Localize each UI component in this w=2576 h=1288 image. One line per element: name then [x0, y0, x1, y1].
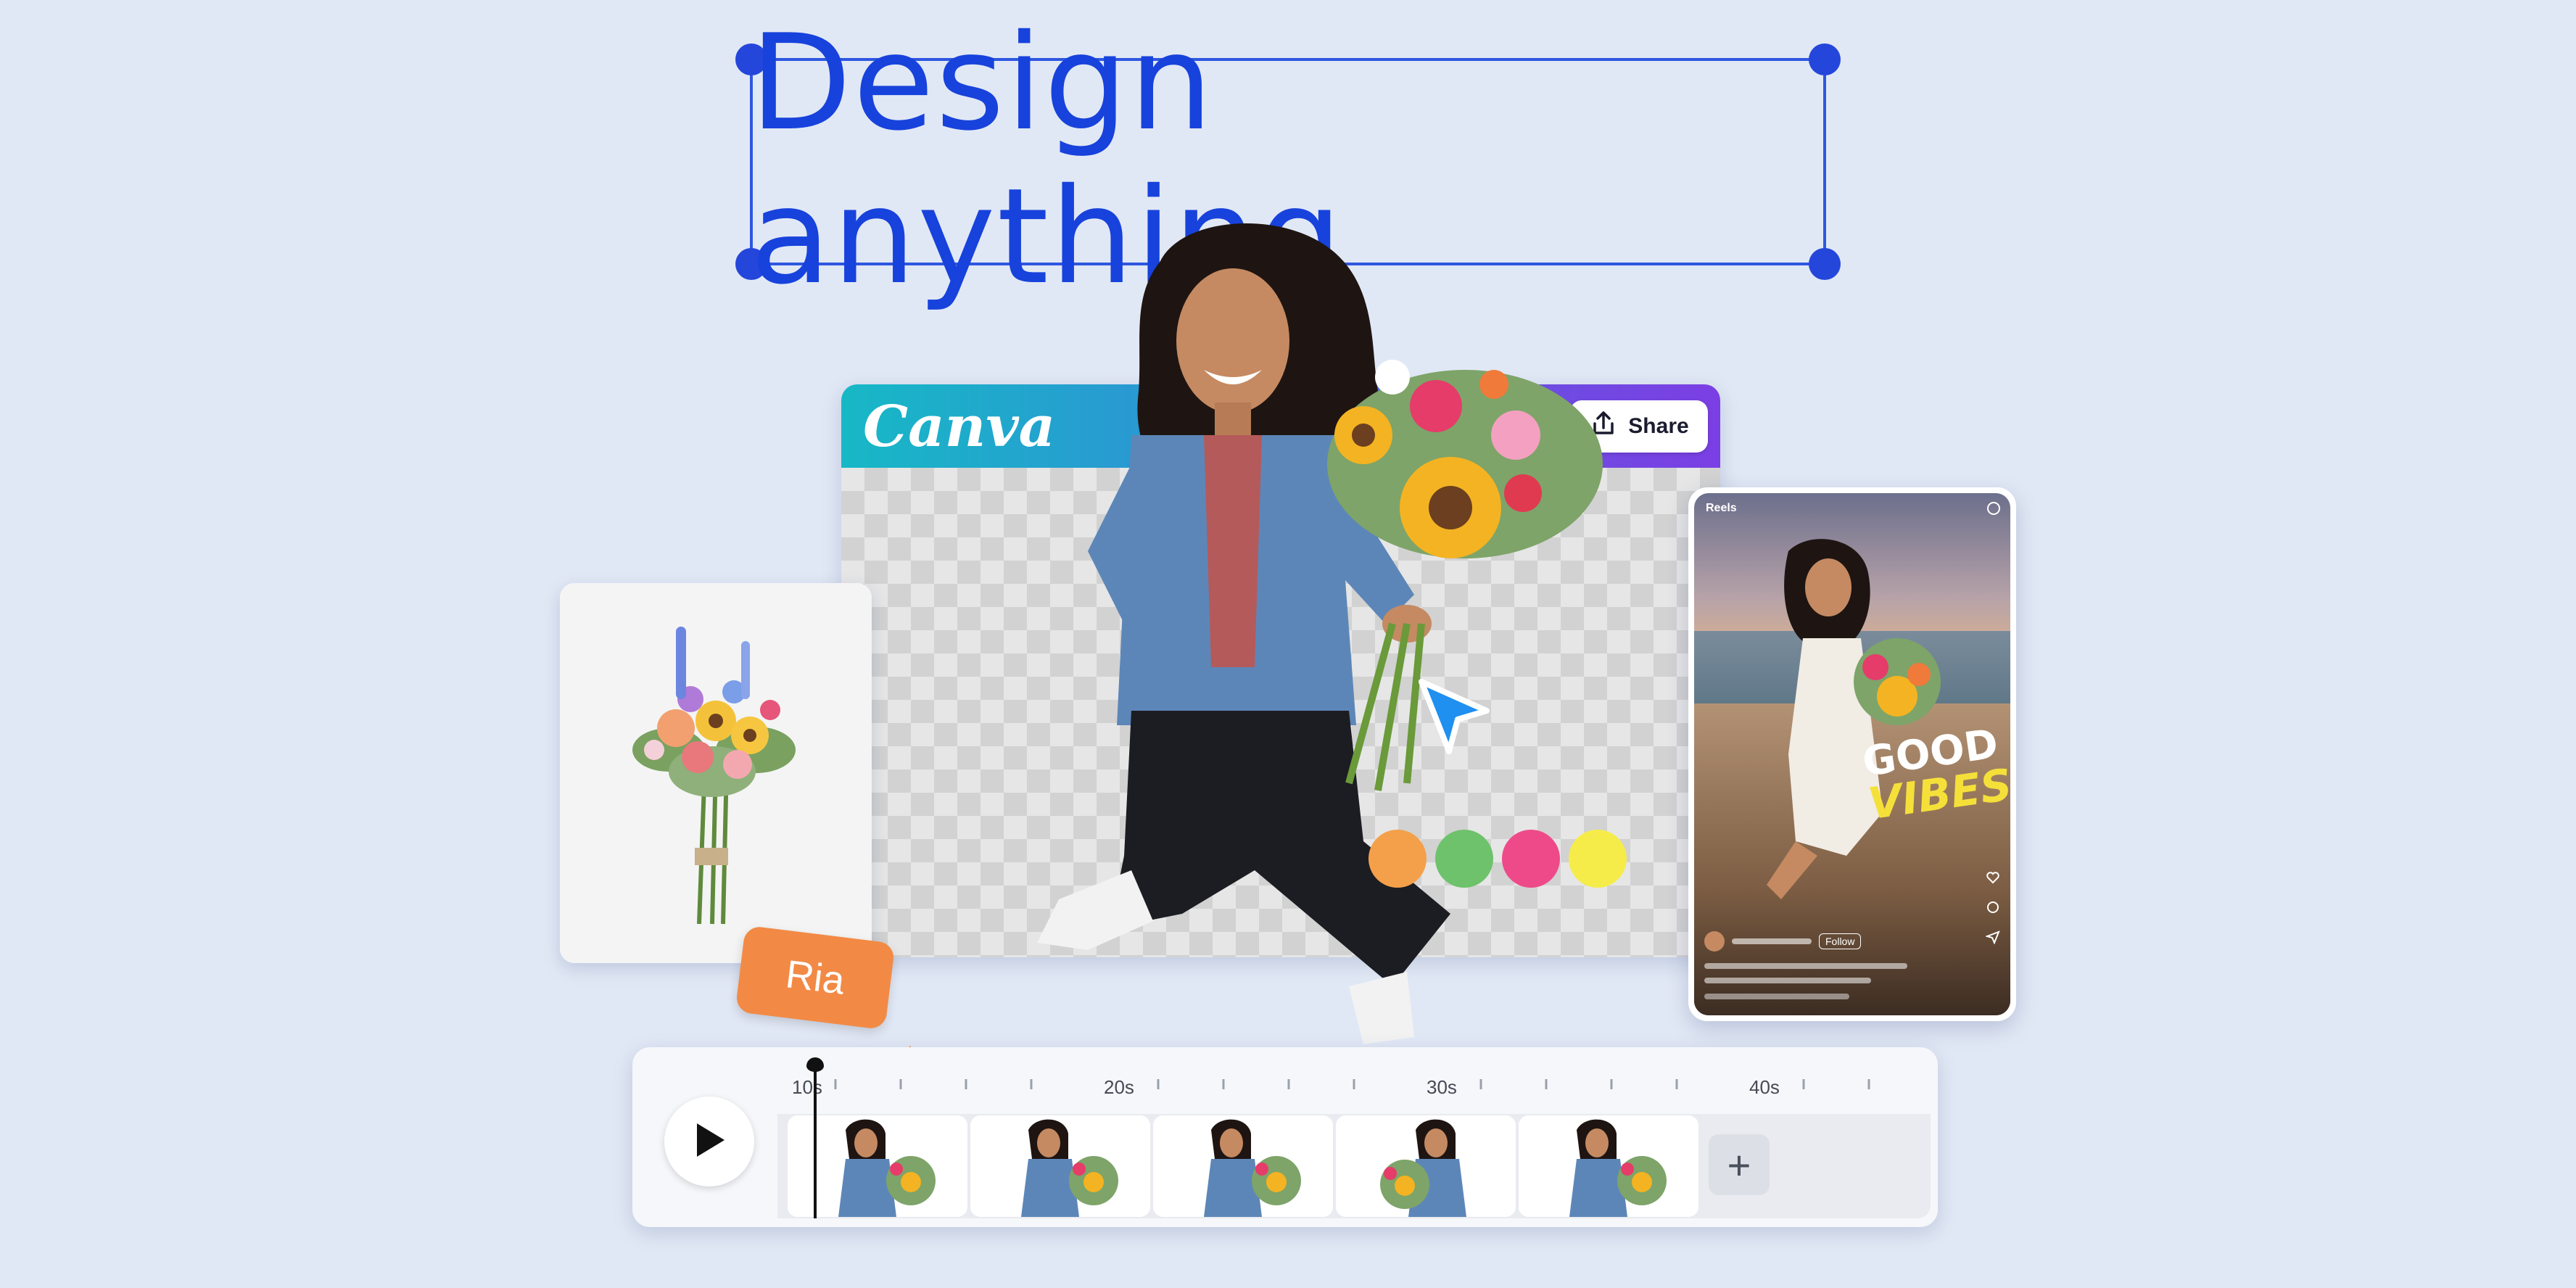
avatar[interactable]	[1704, 931, 1725, 951]
color-swatch-pink[interactable]	[1502, 830, 1560, 888]
reels-overlay-text: GOOD VIBES	[1859, 720, 2010, 830]
comment-icon[interactable]	[1986, 900, 2000, 918]
bouquet-photo-card[interactable]	[560, 583, 872, 963]
timeline-clip[interactable]	[1519, 1115, 1698, 1217]
timeline-clip[interactable]	[1336, 1115, 1516, 1217]
timeline-ruler: 10s 20s 30s 40s	[777, 1047, 1931, 1105]
tick-30s: 30s	[1427, 1076, 1457, 1098]
color-swatch-yellow[interactable]	[1569, 830, 1627, 888]
camera-icon[interactable]	[1986, 500, 2002, 520]
tick-20s: 20s	[1104, 1076, 1134, 1098]
heart-icon[interactable]	[1986, 870, 2000, 888]
reels-phone-card[interactable]: Reels GOOD VIBES Follow	[1688, 487, 2016, 1021]
video-timeline[interactable]: 10s 20s 30s 40s +	[632, 1047, 1938, 1227]
add-clip-button[interactable]: +	[1709, 1134, 1770, 1195]
reels-screen: Reels GOOD VIBES Follow	[1694, 493, 2010, 1015]
plus-icon: +	[1727, 1142, 1751, 1188]
username-placeholder	[1732, 938, 1812, 944]
bouquet-image	[560, 583, 872, 963]
play-icon	[691, 1120, 727, 1163]
playhead-handle[interactable]	[806, 1057, 824, 1072]
caption-placeholder	[1704, 963, 1907, 969]
tick-40s: 40s	[1749, 1076, 1780, 1098]
follow-button[interactable]: Follow	[1819, 933, 1862, 949]
send-icon[interactable]	[1984, 930, 2000, 948]
timeline-clip[interactable]	[1153, 1115, 1333, 1217]
cursor-arrow-icon	[1414, 674, 1494, 765]
person-jumping-image	[1037, 223, 1603, 1044]
hashtags-placeholder	[1704, 978, 1871, 983]
collaborator-name-tag: Ria	[735, 925, 896, 1031]
reels-header: Reels	[1706, 502, 1737, 514]
timeline-clip[interactable]	[970, 1115, 1150, 1217]
color-swatch-green[interactable]	[1435, 830, 1493, 888]
playhead[interactable]	[814, 1066, 817, 1218]
play-button[interactable]	[664, 1097, 754, 1186]
color-swatches	[1368, 830, 1627, 888]
reel-user-row: Follow	[1704, 931, 1862, 951]
reel-actions	[1984, 870, 2000, 948]
color-swatch-orange[interactable]	[1368, 830, 1427, 888]
tick-10s: 10s	[792, 1076, 822, 1098]
audio-placeholder	[1704, 994, 1849, 999]
